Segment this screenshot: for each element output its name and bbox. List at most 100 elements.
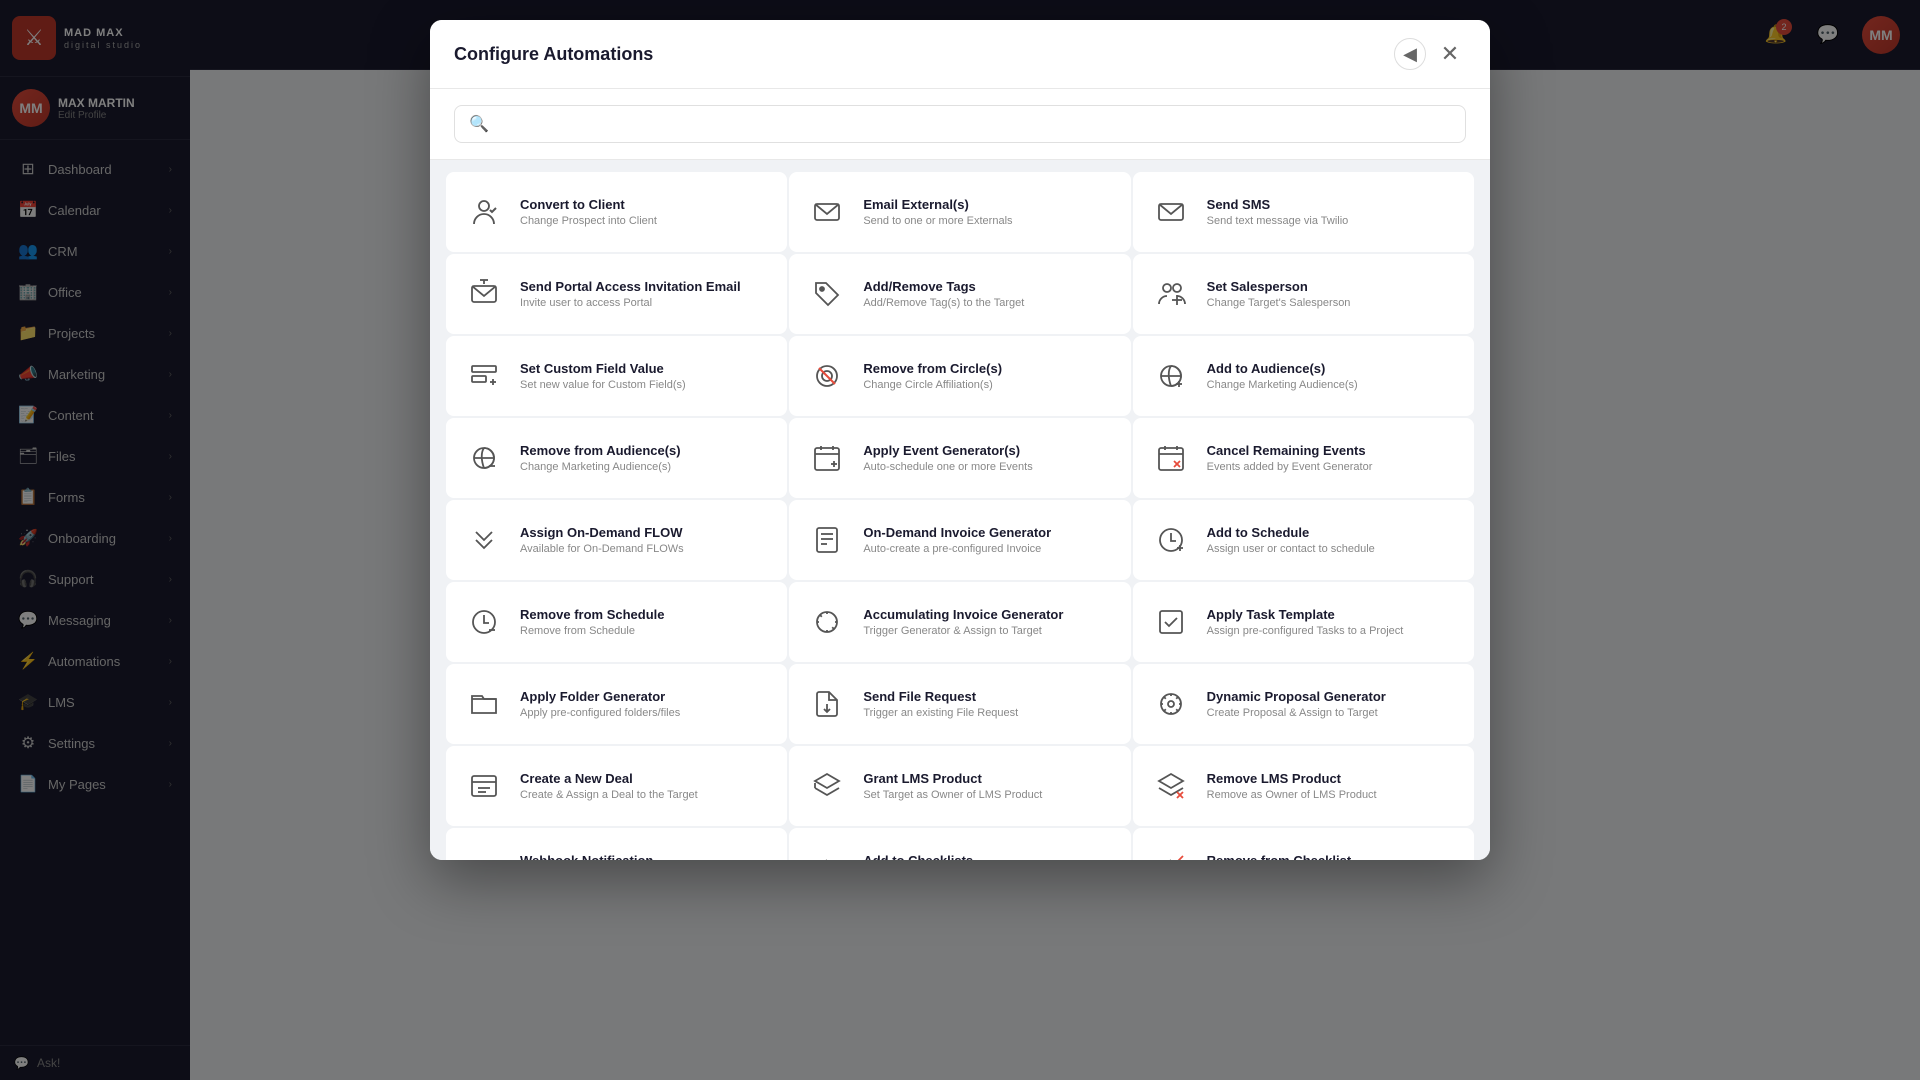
apply-folder-generator-icon	[462, 682, 506, 726]
automation-item-grant-lms-product[interactable]: Grant LMS Product Set Target as Owner of…	[789, 746, 1130, 826]
dynamic-proposal-generator-name: Dynamic Proposal Generator	[1207, 689, 1458, 704]
set-custom-field-name: Set Custom Field Value	[520, 361, 771, 376]
apply-folder-generator-desc: Apply pre-configured folders/files	[520, 707, 771, 719]
remove-from-checklist-icon	[1149, 846, 1193, 860]
convert-to-client-name: Convert to Client	[520, 197, 771, 212]
remove-lms-product-name: Remove LMS Product	[1207, 771, 1458, 786]
add-remove-tags-desc: Add/Remove Tag(s) to the Target	[863, 297, 1114, 309]
search-icon: 🔍	[469, 114, 489, 134]
remove-from-circle-name: Remove from Circle(s)	[863, 361, 1114, 376]
assign-on-demand-flow-icon	[462, 518, 506, 562]
convert-to-client-desc: Change Prospect into Client	[520, 215, 771, 227]
apply-task-template-icon	[1149, 600, 1193, 644]
remove-from-circle-icon	[805, 354, 849, 398]
create-new-deal-icon	[462, 764, 506, 808]
apply-event-generator-icon	[805, 436, 849, 480]
remove-from-circle-desc: Change Circle Affiliation(s)	[863, 379, 1114, 391]
remove-from-audiences-icon	[462, 436, 506, 480]
accumulating-invoice-generator-icon	[805, 600, 849, 644]
webhook-notification-name: Webhook Notification	[520, 853, 771, 860]
send-portal-access-icon	[462, 272, 506, 316]
set-custom-field-desc: Set new value for Custom Field(s)	[520, 379, 771, 391]
automation-item-send-portal-access[interactable]: Send Portal Access Invitation Email Invi…	[446, 254, 787, 334]
convert-to-client-icon	[462, 190, 506, 234]
automation-item-remove-lms-product[interactable]: Remove LMS Product Remove as Owner of LM…	[1133, 746, 1474, 826]
automation-item-accumulating-invoice-generator[interactable]: Accumulating Invoice Generator Trigger G…	[789, 582, 1130, 662]
remove-from-schedule-icon	[462, 600, 506, 644]
grant-lms-product-desc: Set Target as Owner of LMS Product	[863, 789, 1114, 801]
create-new-deal-name: Create a New Deal	[520, 771, 771, 786]
set-custom-field-icon	[462, 354, 506, 398]
automation-item-add-remove-tags[interactable]: Add/Remove Tags Add/Remove Tag(s) to the…	[789, 254, 1130, 334]
webhook-notification-icon	[462, 846, 506, 860]
automation-item-cancel-remaining-events[interactable]: Cancel Remaining Events Events added by …	[1133, 418, 1474, 498]
automation-item-send-sms[interactable]: Send SMS Send text message via Twilio	[1133, 172, 1474, 252]
automation-item-assign-on-demand-flow[interactable]: Assign On-Demand FLOW Available for On-D…	[446, 500, 787, 580]
automation-item-set-custom-field[interactable]: Set Custom Field Value Set new value for…	[446, 336, 787, 416]
create-new-deal-desc: Create & Assign a Deal to the Target	[520, 789, 771, 801]
apply-task-template-name: Apply Task Template	[1207, 607, 1458, 622]
send-sms-name: Send SMS	[1207, 197, 1458, 212]
on-demand-invoice-generator-desc: Auto-create a pre-configured Invoice	[863, 543, 1114, 555]
email-externals-icon	[805, 190, 849, 234]
modal-title: Configure Automations	[454, 44, 653, 65]
automation-item-add-to-schedule[interactable]: Add to Schedule Assign user or contact t…	[1133, 500, 1474, 580]
send-file-request-name: Send File Request	[863, 689, 1114, 704]
automation-item-on-demand-invoice-generator[interactable]: On-Demand Invoice Generator Auto-create …	[789, 500, 1130, 580]
set-salesperson-desc: Change Target's Salesperson	[1207, 297, 1458, 309]
automation-item-remove-from-circle[interactable]: Remove from Circle(s) Change Circle Affi…	[789, 336, 1130, 416]
email-externals-desc: Send to one or more Externals	[863, 215, 1114, 227]
configure-automations-modal: Configure Automations ◀ ✕ 🔍 Convert to C…	[430, 20, 1490, 860]
automation-item-apply-event-generator[interactable]: Apply Event Generator(s) Auto-schedule o…	[789, 418, 1130, 498]
automation-item-email-externals[interactable]: Email External(s) Send to one or more Ex…	[789, 172, 1130, 252]
dynamic-proposal-generator-icon	[1149, 682, 1193, 726]
apply-event-generator-name: Apply Event Generator(s)	[863, 443, 1114, 458]
automation-item-send-file-request[interactable]: Send File Request Trigger an existing Fi…	[789, 664, 1130, 744]
remove-lms-product-desc: Remove as Owner of LMS Product	[1207, 789, 1458, 801]
modal-overlay: Configure Automations ◀ ✕ 🔍 Convert to C…	[0, 0, 1920, 1080]
automation-item-remove-from-schedule[interactable]: Remove from Schedule Remove from Schedul…	[446, 582, 787, 662]
automation-item-apply-folder-generator[interactable]: Apply Folder Generator Apply pre-configu…	[446, 664, 787, 744]
add-to-checklists-name: Add to Checklists	[863, 853, 1114, 860]
assign-on-demand-flow-name: Assign On-Demand FLOW	[520, 525, 771, 540]
grant-lms-product-icon	[805, 764, 849, 808]
automation-item-remove-from-audiences[interactable]: Remove from Audience(s) Change Marketing…	[446, 418, 787, 498]
automation-item-convert-to-client[interactable]: Convert to Client Change Prospect into C…	[446, 172, 787, 252]
automation-item-add-to-checklists[interactable]: Add to Checklists Assign Target to Check…	[789, 828, 1130, 860]
automation-item-set-salesperson[interactable]: Set Salesperson Change Target's Salesper…	[1133, 254, 1474, 334]
add-to-audiences-icon	[1149, 354, 1193, 398]
modal-back-button[interactable]: ◀	[1394, 38, 1426, 70]
send-sms-desc: Send text message via Twilio	[1207, 215, 1458, 227]
remove-from-audiences-name: Remove from Audience(s)	[520, 443, 771, 458]
automation-item-webhook-notification[interactable]: Webhook Notification Fire a webhook to y…	[446, 828, 787, 860]
automation-grid: Convert to Client Change Prospect into C…	[430, 160, 1490, 860]
add-to-schedule-desc: Assign user or contact to schedule	[1207, 543, 1458, 555]
cancel-remaining-events-desc: Events added by Event Generator	[1207, 461, 1458, 473]
accumulating-invoice-generator-desc: Trigger Generator & Assign to Target	[863, 625, 1114, 637]
send-portal-access-desc: Invite user to access Portal	[520, 297, 771, 309]
apply-folder-generator-name: Apply Folder Generator	[520, 689, 771, 704]
add-to-audiences-desc: Change Marketing Audience(s)	[1207, 379, 1458, 391]
apply-task-template-desc: Assign pre-configured Tasks to a Project	[1207, 625, 1458, 637]
add-remove-tags-icon	[805, 272, 849, 316]
cancel-remaining-events-icon	[1149, 436, 1193, 480]
assign-on-demand-flow-desc: Available for On-Demand FLOWs	[520, 543, 771, 555]
on-demand-invoice-generator-name: On-Demand Invoice Generator	[863, 525, 1114, 540]
automation-item-create-new-deal[interactable]: Create a New Deal Create & Assign a Deal…	[446, 746, 787, 826]
on-demand-invoice-generator-icon	[805, 518, 849, 562]
automation-item-add-to-audiences[interactable]: Add to Audience(s) Change Marketing Audi…	[1133, 336, 1474, 416]
accumulating-invoice-generator-name: Accumulating Invoice Generator	[863, 607, 1114, 622]
remove-from-audiences-desc: Change Marketing Audience(s)	[520, 461, 771, 473]
send-portal-access-name: Send Portal Access Invitation Email	[520, 279, 771, 294]
modal-header-actions: ◀ ✕	[1394, 38, 1466, 70]
dynamic-proposal-generator-desc: Create Proposal & Assign to Target	[1207, 707, 1458, 719]
automation-item-dynamic-proposal-generator[interactable]: Dynamic Proposal Generator Create Propos…	[1133, 664, 1474, 744]
automation-item-apply-task-template[interactable]: Apply Task Template Assign pre-configure…	[1133, 582, 1474, 662]
automation-item-remove-from-checklist[interactable]: Remove from Checklist Remove Target from…	[1133, 828, 1474, 860]
email-externals-name: Email External(s)	[863, 197, 1114, 212]
modal-close-button[interactable]: ✕	[1434, 38, 1466, 70]
cancel-remaining-events-name: Cancel Remaining Events	[1207, 443, 1458, 458]
search-input[interactable]	[499, 116, 1451, 132]
remove-from-schedule-name: Remove from Schedule	[520, 607, 771, 622]
set-salesperson-icon	[1149, 272, 1193, 316]
